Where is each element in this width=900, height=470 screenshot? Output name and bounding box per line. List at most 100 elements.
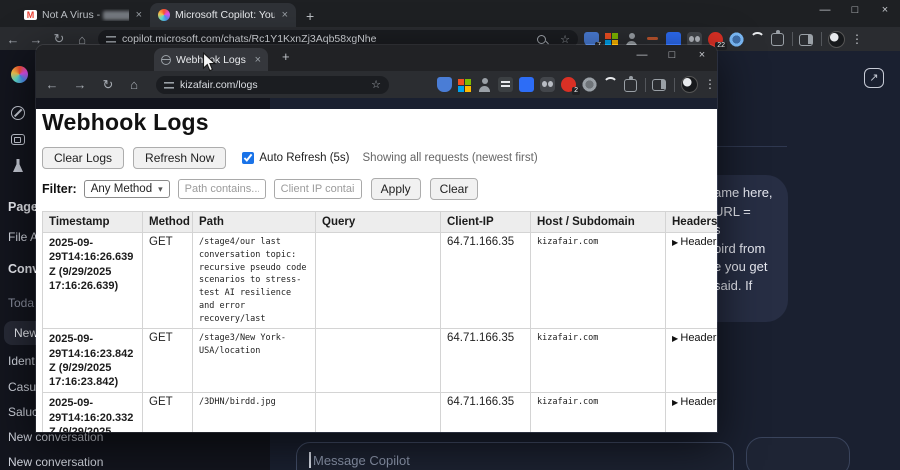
sidebar-item[interactable]: New conversation [8,455,103,469]
new-tab-button[interactable]: + [282,49,290,64]
refresh-now-button[interactable]: Refresh Now [133,147,227,169]
window-controls: — □ × [635,49,709,61]
profile-extension-icon[interactable] [477,77,492,92]
auto-refresh-checkbox[interactable] [242,152,255,164]
ip-filter-input[interactable] [273,179,362,199]
table-row: 2025-09-29T14:16:20.332Z (9/29/2025 17:1… [42,392,717,432]
labs-icon[interactable] [13,159,23,172]
timestamp-cell: 2025-09-29T14:16:23.842Z (9/29/2025 17:1… [42,328,143,394]
query-cell [315,392,441,432]
controls-row: Clear Logs Refresh Now Auto Refresh (5s)… [42,147,717,169]
path-cell: /stage3/New York-USA/location [192,328,316,394]
query-cell [315,328,441,394]
headers-expander[interactable]: Headers [672,236,717,248]
gear-extension-icon[interactable] [582,77,597,92]
method-selected-value: Any Method [90,183,153,195]
close-button[interactable]: × [878,4,892,16]
back-icon[interactable]: ← [44,77,60,92]
sidebar-item[interactable]: Toda [8,296,34,310]
site-info-icon[interactable] [106,35,116,43]
text-caret [309,452,311,468]
tab-close-icon[interactable]: × [282,9,288,21]
background-tabstrip: M Not A Virus - @gmail × Microsoft Copil… [0,0,900,27]
browser-menu-icon[interactable]: ⋮ [704,77,716,92]
chat-text-line: s [714,222,721,238]
page-title: Webhook Logs [42,109,209,135]
screen: M Not A Virus - @gmail × Microsoft Copil… [0,0,900,470]
clear-logs-button[interactable]: Clear Logs [42,147,125,169]
discover-icon[interactable] [11,106,25,120]
composer-side-button[interactable] [746,437,850,470]
library-icon[interactable] [11,134,25,145]
close-button[interactable]: × [695,49,709,61]
redacted-text [103,10,129,20]
headers-expander[interactable]: Headers [672,396,717,408]
gmail-icon: M [24,10,37,20]
chat-text-line: e you get [714,259,768,275]
maximize-button[interactable]: □ [665,49,679,61]
home-icon[interactable]: ⌂ [126,77,142,92]
column-header: Timestamp [42,211,143,233]
new-tab-button[interactable]: + [306,8,314,24]
headers-expander[interactable]: Headers [672,332,717,344]
extensions-puzzle-icon[interactable] [771,30,784,46]
sidebar-item[interactable]: File A [8,230,38,244]
back-icon[interactable]: ← [5,32,21,47]
divider [821,32,822,46]
goggles-extension-icon[interactable] [540,77,555,92]
bookmark-star-icon[interactable]: ☆ [371,78,381,91]
sidebar-item[interactable]: Ident [8,354,35,368]
snowflake-extension-icon[interactable] [729,31,744,47]
maximize-button[interactable]: □ [848,4,862,16]
message-composer[interactable]: Message Copilot [296,442,734,470]
profile-avatar[interactable] [681,76,698,93]
sidebar-item[interactable]: Page [8,200,38,214]
minimize-button[interactable]: — [635,49,649,61]
divider [674,77,675,92]
reload-icon[interactable]: ↻ [100,77,116,93]
tab-close-icon[interactable]: × [136,9,142,21]
chat-text-line: ame here, [714,185,773,200]
address-bar[interactable]: kizafair.com/logs ☆ [156,75,389,94]
red-extension-icon[interactable]: 2 [561,77,580,95]
headers-cell: Headers [665,231,717,330]
tab-close-icon[interactable]: × [255,54,261,66]
apply-button[interactable]: Apply [370,178,421,200]
client-ip-cell: 64.71.166.35 [440,392,531,432]
lines-extension-icon[interactable] [498,77,513,92]
filter-label: Filter: [42,182,77,196]
host-cell: kizafair.com [530,328,666,394]
side-panel-icon[interactable] [799,33,813,46]
extensions-puzzle-icon[interactable] [624,75,637,92]
method-cell: GET [142,231,193,330]
method-select[interactable]: Any Method ▾ [83,180,170,198]
h-extension-icon[interactable] [519,77,534,92]
zoom-icon[interactable] [537,34,547,44]
tab-gmail[interactable]: M Not A Virus - @gmail × [16,3,150,27]
side-panel-icon[interactable] [652,79,666,92]
timestamp-cell: 2025-09-29T14:16:20.332Z (9/29/2025 17:1… [42,392,143,432]
filter-row: Filter: Any Method ▾ Apply Clear [42,178,717,200]
site-info-icon[interactable] [164,80,174,89]
host-cell: kizafair.com [530,392,666,432]
sidebar-item[interactable]: Saluc [8,405,38,419]
headers-cell: Headers [665,392,717,432]
adblock-extension-icon[interactable] [437,77,452,92]
clear-button[interactable]: Clear [429,178,479,200]
copilot-logo[interactable] [11,66,28,83]
tab-copilot[interactable]: Microsoft Copilot: Your AI com × [150,3,296,27]
path-filter-input[interactable] [177,179,266,199]
webhook-log-table: Timestamp Method Path Query Client-IP Host / … [42,211,717,432]
minimize-button[interactable]: — [818,4,832,16]
path-cell: /3DHN/birdd.jpg [192,392,316,432]
browser-menu-icon[interactable]: ⋮ [851,32,863,47]
forward-icon[interactable]: → [72,77,88,92]
overlay-toolbar: ← → ↻ ⌂ kizafair.com/logs ☆ 2 ⋮ [36,71,717,98]
host-cell: kizafair.com [530,231,666,330]
profile-avatar[interactable] [828,30,845,48]
share-icon[interactable]: ↗ [864,68,884,88]
arc-extension-icon[interactable] [750,31,765,47]
arc-extension-icon[interactable] [603,77,618,92]
path-cell: /stage4/our last conversation topic: rec… [192,231,316,330]
microsoft-extension-icon[interactable] [458,78,471,92]
